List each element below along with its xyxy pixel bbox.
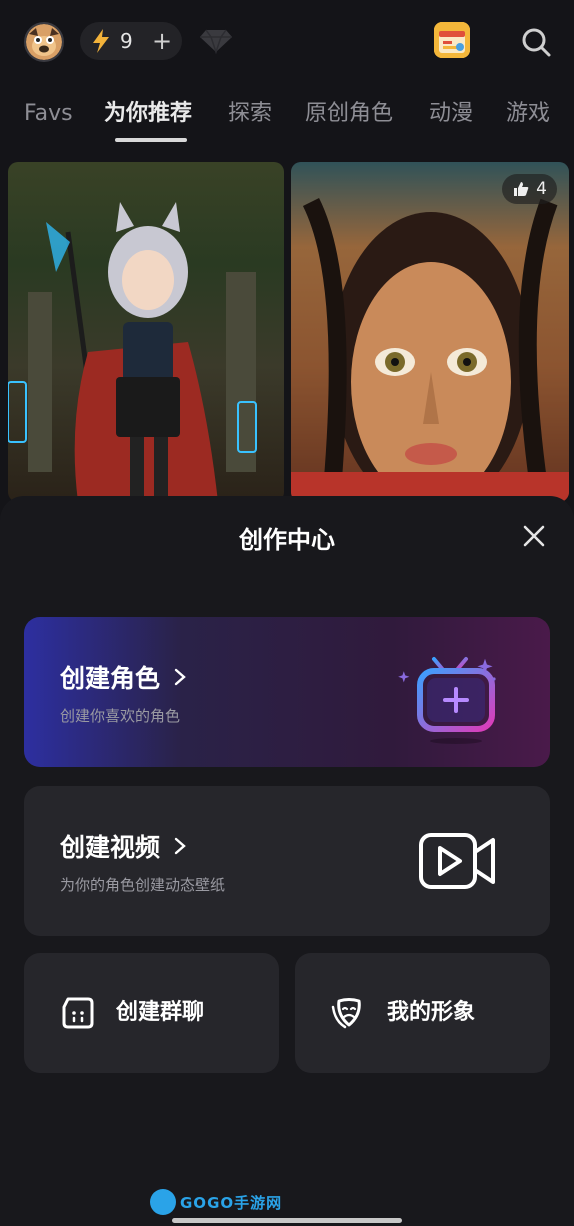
like-badge[interactable]: 4: [502, 174, 557, 204]
category-tabs: Favs 为你推荐 探索 原创角色 动漫 游戏: [0, 98, 574, 148]
tab-recommended[interactable]: 为你推荐: [104, 98, 192, 130]
video-camera-icon: [419, 833, 495, 889]
anime-fox-girl-image[interactable]: [8, 162, 284, 502]
close-icon[interactable]: [520, 522, 548, 550]
create-character-label: 创建角色: [60, 664, 161, 693]
create-video-title: 创建视频: [60, 828, 186, 864]
create-group-chat-card[interactable]: 创建群聊: [24, 953, 279, 1073]
tab-favs[interactable]: Favs: [24, 98, 73, 130]
create-video-card[interactable]: 创建视频 为你的角色创建动态壁纸: [24, 786, 550, 936]
tab-anime[interactable]: 动漫: [429, 98, 473, 130]
group-chat-icon: [62, 997, 94, 1029]
energy-count: 9: [120, 29, 133, 53]
search-icon[interactable]: [520, 26, 552, 58]
chevron-right-icon: [174, 837, 186, 855]
chevron-right-icon: [174, 668, 186, 686]
create-character-title: 创建角色: [60, 659, 186, 695]
thumbs-up-icon: [514, 182, 529, 196]
active-tab-indicator: [115, 138, 187, 142]
my-persona-label: 我的形象: [387, 1000, 476, 1025]
theater-mask-icon: [331, 998, 361, 1029]
top-bar: 9 +: [0, 0, 574, 84]
add-energy-button[interactable]: +: [152, 29, 172, 53]
calendar-icon[interactable]: [434, 22, 470, 58]
create-character-card[interactable]: 创建角色 创建你喜欢的角色: [24, 617, 550, 767]
create-video-subtitle: 为你的角色创建动态壁纸: [60, 876, 226, 894]
sheet-title: 创作中心: [239, 526, 335, 554]
portrait-woman-image[interactable]: 4: [291, 162, 569, 502]
like-count: 4: [536, 179, 547, 199]
energy-counter[interactable]: 9 +: [80, 22, 182, 60]
pug-avatar-icon[interactable]: [24, 22, 64, 62]
lightning-bolt-icon: [93, 29, 109, 53]
watermark-logo: GOGO手游网: [150, 1188, 282, 1216]
create-character-subtitle: 创建你喜欢的角色: [60, 707, 181, 725]
tab-games[interactable]: 游戏: [506, 98, 550, 130]
tab-original-characters[interactable]: 原创角色: [305, 98, 393, 130]
diamond-icon[interactable]: [198, 28, 234, 54]
create-group-chat-label: 创建群聊: [116, 1000, 205, 1025]
tv-sparkle-icon: [398, 657, 496, 744]
my-persona-card[interactable]: 我的形象: [295, 953, 550, 1073]
watermark-circle-icon: [150, 1189, 176, 1215]
home-indicator[interactable]: [172, 1218, 402, 1223]
tab-explore[interactable]: 探索: [228, 98, 272, 130]
watermark-text: GOGO手游网: [180, 1193, 283, 1212]
create-video-label: 创建视频: [60, 833, 161, 862]
